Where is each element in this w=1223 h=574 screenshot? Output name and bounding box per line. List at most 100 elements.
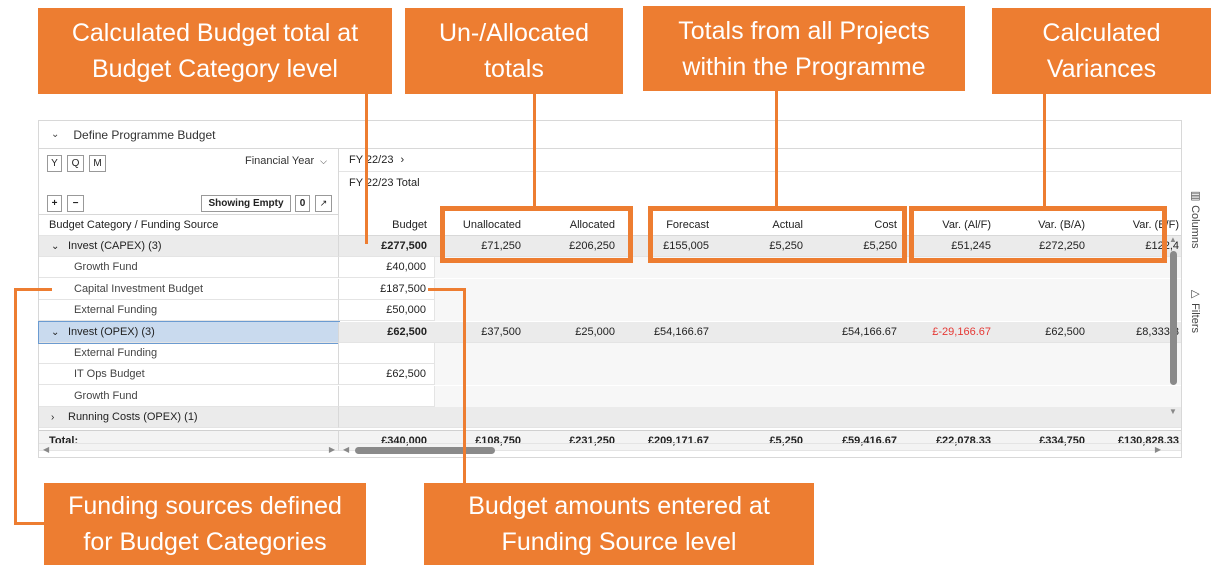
value-cell bbox=[717, 343, 811, 364]
funding-source-row[interactable]: Growth Fund bbox=[39, 385, 339, 407]
scroll-up-arrow[interactable]: ▲ bbox=[1169, 235, 1177, 244]
category-row[interactable]: › Running Costs (OPEX) (1) bbox=[39, 407, 339, 429]
value-cell bbox=[999, 386, 1093, 407]
value-cell bbox=[435, 386, 529, 407]
connector-line bbox=[14, 522, 44, 525]
value-cell bbox=[529, 386, 623, 407]
showing-empty-toggle[interactable]: Showing Empty bbox=[201, 195, 291, 212]
value-cell bbox=[435, 343, 529, 364]
value-cell bbox=[999, 300, 1093, 321]
category-row[interactable]: ⌄ Invest (OPEX) (3) bbox=[38, 320, 340, 344]
year-view-button[interactable]: Y bbox=[47, 155, 62, 172]
funding-source-row[interactable]: IT Ops Budget bbox=[39, 364, 339, 386]
columns-label: Columns bbox=[1189, 205, 1201, 249]
scroll-right-arrow[interactable]: ▶ bbox=[1155, 445, 1161, 454]
value-cell bbox=[717, 257, 811, 278]
value-cell[interactable]: £62,500 bbox=[339, 364, 435, 386]
funding-source-row[interactable]: Capital Investment Budget bbox=[39, 278, 339, 300]
value-cell[interactable]: £62,500 bbox=[339, 322, 435, 343]
scroll-left-arrow[interactable]: ◀ bbox=[43, 445, 49, 454]
value-cell bbox=[623, 386, 717, 407]
empty-count-badge: 0 bbox=[295, 195, 310, 212]
column-header[interactable]: Var. (B/A) bbox=[999, 215, 1093, 236]
category-row[interactable]: ⌄ Invest (CAPEX) (3) bbox=[39, 236, 339, 257]
value-cell[interactable] bbox=[339, 407, 435, 428]
column-header[interactable]: Actual bbox=[717, 215, 811, 236]
left-horizontal-scrollbar[interactable]: ◀ ▶ bbox=[39, 443, 339, 458]
value-cell bbox=[623, 300, 717, 321]
value-cell bbox=[811, 386, 905, 407]
value-cell: £5,250 bbox=[769, 240, 803, 252]
column-header[interactable]: Unallocated bbox=[435, 215, 529, 236]
value-cell[interactable] bbox=[339, 385, 435, 407]
financial-year-select[interactable]: Financial Year ⌵ bbox=[245, 155, 327, 167]
value-cell: £62,500 bbox=[1045, 325, 1085, 338]
columns-panel-button[interactable]: ▤ Columns bbox=[1189, 189, 1202, 248]
vertical-scroll-thumb[interactable] bbox=[1170, 251, 1177, 385]
value-cell[interactable]: £187,500 bbox=[339, 278, 435, 300]
vertical-scrollbar[interactable]: ▲ ▼ bbox=[1167, 235, 1179, 421]
expand-all-button[interactable]: + bbox=[47, 195, 62, 212]
funding-source-row[interactable]: External Funding bbox=[39, 300, 339, 322]
value-cell bbox=[999, 257, 1093, 278]
programme-budget-panel: ⌄ Define Programme Budget Y Q M Financia… bbox=[38, 120, 1209, 458]
scroll-down-arrow[interactable]: ▼ bbox=[1169, 407, 1177, 416]
column-header[interactable]: Forecast bbox=[623, 215, 717, 236]
collapse-all-button[interactable]: − bbox=[67, 195, 84, 212]
period-total-label: FY 22/23 Total bbox=[349, 177, 420, 189]
horizontal-scroll-thumb[interactable] bbox=[355, 447, 495, 454]
row-label: External Funding bbox=[74, 304, 158, 317]
value-cell: £5,250 bbox=[863, 240, 897, 252]
chevron-down-icon[interactable]: ⌄ bbox=[51, 236, 59, 257]
popout-icon[interactable]: ↗ bbox=[315, 195, 332, 212]
column-header[interactable]: Var. (Al/F) bbox=[905, 215, 999, 236]
value-cell[interactable]: £40,000 bbox=[339, 257, 435, 279]
panel-header[interactable]: ⌄ Define Programme Budget bbox=[39, 121, 1181, 149]
chevron-down-icon[interactable]: ⌄ bbox=[51, 129, 59, 140]
value-cell bbox=[905, 279, 999, 300]
filters-panel-button[interactable]: ▷ Filters bbox=[1189, 287, 1202, 333]
chevron-down-icon[interactable]: ⌄ bbox=[51, 322, 59, 343]
value-cell bbox=[905, 257, 999, 278]
value-cell: £71,250 bbox=[481, 240, 521, 252]
value-cell bbox=[529, 343, 623, 364]
value-cell bbox=[999, 343, 1093, 364]
funding-source-row[interactable]: External Funding bbox=[39, 343, 339, 364]
value-cell bbox=[529, 300, 623, 321]
value-cell[interactable] bbox=[339, 343, 435, 364]
value-cell bbox=[905, 300, 999, 321]
scroll-right-arrow[interactable]: ▶ bbox=[329, 445, 335, 454]
chevron-right-icon[interactable]: › bbox=[401, 154, 405, 166]
panel-title: Define Programme Budget bbox=[73, 127, 216, 142]
column-header[interactable]: Cost bbox=[811, 215, 905, 236]
value-cell bbox=[717, 300, 811, 321]
quarter-view-button[interactable]: Q bbox=[67, 155, 84, 172]
value-cell bbox=[811, 257, 905, 278]
value-cell bbox=[999, 364, 1093, 385]
connector-line bbox=[365, 94, 368, 244]
grid-row: £277,500 £71,250 £206,250 £155,005 £5,250 £5,… bbox=[339, 236, 1181, 257]
callout-allocated: Un-/Allocated totals bbox=[405, 8, 623, 94]
value-cell bbox=[717, 407, 811, 428]
value-cell bbox=[623, 364, 717, 385]
chevron-right-icon[interactable]: › bbox=[51, 407, 54, 428]
value-cell bbox=[435, 364, 529, 385]
value-cell[interactable]: £50,000 bbox=[339, 300, 435, 322]
row-label: IT Ops Budget bbox=[74, 368, 145, 381]
connector-line bbox=[14, 288, 52, 291]
period-header[interactable]: FY 22/23 › bbox=[339, 149, 1181, 172]
value-cell: £-29,166.67 bbox=[932, 325, 991, 338]
value-cell bbox=[905, 407, 999, 428]
chevron-down-icon: ⌵ bbox=[320, 156, 327, 166]
column-header[interactable]: Budget bbox=[339, 215, 435, 236]
row-label: Growth Fund bbox=[74, 261, 138, 274]
month-view-button[interactable]: M bbox=[89, 155, 106, 172]
funding-source-row[interactable]: Growth Fund bbox=[39, 257, 339, 279]
column-header[interactable]: Allocated bbox=[529, 215, 623, 236]
column-header[interactable]: Var. (B/F) bbox=[1093, 215, 1187, 236]
callout-variances: Calculated Variances bbox=[992, 8, 1211, 94]
value-cell bbox=[529, 364, 623, 385]
value-cell[interactable]: £277,500 bbox=[339, 236, 435, 257]
scroll-left-arrow[interactable]: ◀ bbox=[343, 445, 349, 454]
connector-line bbox=[463, 288, 466, 483]
